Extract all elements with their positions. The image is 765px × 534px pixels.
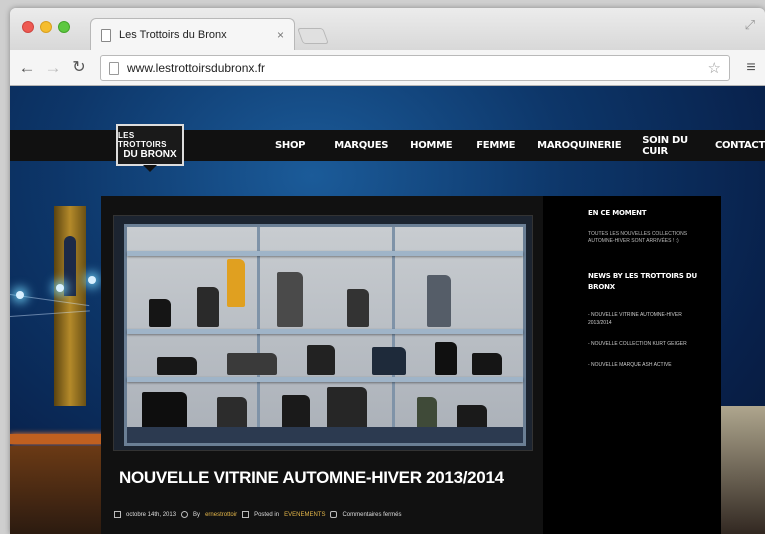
site-logo[interactable]: LES TROTTOIRS DU BRONX bbox=[116, 124, 184, 166]
user-icon bbox=[181, 511, 189, 518]
article-title[interactable]: NOUVELLE VITRINE AUTOMNE-HIVER 2013/2014 bbox=[119, 468, 504, 488]
city-lights bbox=[10, 446, 105, 534]
news-list: - NOUVELLE VITRINE AUTOMNE-HIVER 2013/20… bbox=[588, 311, 698, 369]
boot bbox=[142, 392, 187, 430]
nav-item-maroquinerie[interactable]: MAROQUINERIE bbox=[537, 140, 621, 151]
nav-item-contact[interactable]: CONTACT bbox=[715, 140, 765, 151]
boot bbox=[417, 397, 437, 431]
close-window-button[interactable] bbox=[22, 21, 34, 33]
shelf bbox=[127, 377, 523, 382]
boot bbox=[435, 342, 457, 375]
article-image[interactable] bbox=[113, 215, 533, 451]
shoe bbox=[472, 353, 502, 375]
boot bbox=[197, 287, 219, 327]
title-bar: Les Trottoirs du Bronx × ⤢ bbox=[10, 8, 765, 51]
bridge-light bbox=[56, 284, 64, 292]
web-page: LES TROTTOIRS DU BRONX SHOP MARQUES HOMM… bbox=[10, 86, 765, 534]
news-item[interactable]: - NOUVELLE COLLECTION KURT GEIGER bbox=[588, 340, 698, 348]
page-icon bbox=[101, 28, 111, 42]
boot bbox=[327, 387, 367, 431]
reload-icon[interactable]: ↻ bbox=[68, 57, 90, 79]
widget-text-now: TOUTES LES NOUVELLES COLLECTIONS AUTOMNE… bbox=[588, 231, 688, 244]
close-tab-icon[interactable]: × bbox=[277, 28, 284, 42]
sidebar: EN CE MOMENT TOUTES LES NOUVELLES COLLEC… bbox=[543, 196, 721, 534]
window-frame bbox=[257, 227, 260, 443]
bridge-light bbox=[16, 291, 24, 299]
posted-in-label: Posted in bbox=[254, 511, 280, 518]
article-meta: octobre 14th, 2013 By ernestrottoir Post… bbox=[114, 511, 401, 518]
article-card: NOUVELLE VITRINE AUTOMNE-HIVER 2013/2014… bbox=[101, 196, 543, 534]
zoom-window-button[interactable] bbox=[58, 21, 70, 33]
address-bar[interactable]: www.lestrottoirsdubronx.fr ☆ bbox=[100, 55, 730, 81]
decor-figure bbox=[227, 259, 245, 307]
main-nav: SHOP MARQUES HOMME FEMME MAROQUINERIE SO… bbox=[275, 130, 765, 161]
window-controls bbox=[22, 21, 70, 33]
star-icon[interactable]: ☆ bbox=[708, 59, 721, 77]
post-date: octobre 14th, 2013 bbox=[126, 511, 177, 518]
bridge-deck bbox=[10, 434, 105, 444]
shoe bbox=[227, 353, 277, 375]
boot bbox=[372, 347, 406, 375]
fullscreen-icon[interactable]: ⤢ bbox=[745, 17, 755, 33]
window-base bbox=[127, 427, 523, 443]
category-link[interactable]: EVENEMENTS bbox=[284, 512, 325, 518]
bridge-light bbox=[88, 276, 96, 284]
page-icon bbox=[109, 61, 119, 75]
widget-title-news: NEWS BY LES TROTTOIRS DU BRONX bbox=[588, 272, 697, 291]
boot bbox=[347, 289, 369, 327]
logo-text-top: LES TROTTOIRS bbox=[118, 130, 167, 149]
comments-status: Commentaires fermés bbox=[342, 511, 402, 518]
shop-window-photo bbox=[124, 224, 526, 446]
nav-item-femme[interactable]: FEMME bbox=[476, 140, 515, 151]
shelf bbox=[127, 329, 523, 334]
calendar-icon bbox=[114, 511, 121, 518]
boot bbox=[277, 272, 303, 327]
boot bbox=[427, 275, 451, 327]
logo-text-bottom: DU BRONX bbox=[123, 148, 177, 160]
news-item[interactable]: - NOUVELLE MARQUE ASH ACTIVE bbox=[588, 361, 698, 369]
browser-tab[interactable]: Les Trottoirs du Bronx × bbox=[90, 18, 295, 51]
comment-icon bbox=[330, 511, 338, 518]
shelf bbox=[127, 251, 523, 256]
author-link[interactable]: ernestrottoir bbox=[205, 512, 237, 518]
nav-item-soin-du-cuir[interactable]: SOIN DU CUIR bbox=[642, 135, 692, 157]
folder-icon bbox=[242, 511, 250, 518]
by-label: By bbox=[193, 511, 201, 518]
new-tab-button[interactable] bbox=[297, 28, 329, 44]
url-text[interactable]: www.lestrottoirsdubronx.fr bbox=[127, 61, 700, 75]
nav-item-homme[interactable]: HOMME bbox=[410, 140, 452, 151]
logo-pointer bbox=[143, 165, 157, 172]
menu-icon[interactable]: ≡ bbox=[741, 58, 761, 78]
boot bbox=[217, 397, 247, 431]
tab-title: Les Trottoirs du Bronx bbox=[119, 29, 227, 41]
browser-window: Les Trottoirs du Bronx × ⤢ ← → ↻ www.les… bbox=[10, 8, 765, 534]
boot bbox=[307, 345, 335, 375]
city-skyline bbox=[720, 406, 765, 534]
bridge-arch bbox=[64, 236, 76, 296]
boot bbox=[149, 299, 171, 327]
forward-icon[interactable]: → bbox=[42, 57, 64, 79]
nav-item-shop[interactable]: SHOP bbox=[275, 140, 306, 151]
shoe bbox=[157, 357, 197, 375]
browser-toolbar: ← → ↻ www.lestrottoirsdubronx.fr ☆ ≡ bbox=[10, 50, 765, 86]
boot bbox=[282, 395, 310, 431]
widget-title-now: EN CE MOMENT bbox=[588, 209, 647, 217]
nav-item-marques[interactable]: MARQUES bbox=[334, 140, 388, 151]
window-frame bbox=[392, 227, 395, 443]
back-icon[interactable]: ← bbox=[16, 57, 38, 79]
news-item[interactable]: - NOUVELLE VITRINE AUTOMNE-HIVER 2013/20… bbox=[588, 311, 698, 327]
minimize-window-button[interactable] bbox=[40, 21, 52, 33]
